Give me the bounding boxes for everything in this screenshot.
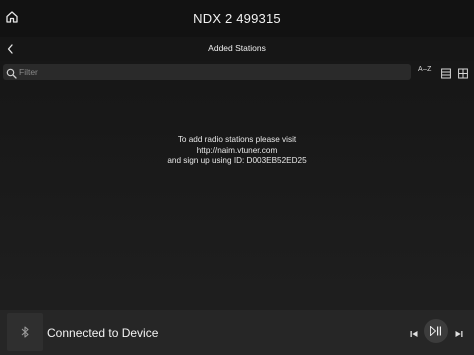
empty-state-message: To add radio stations please visit http:…: [0, 135, 474, 167]
sort-az-button[interactable]: A–Z: [418, 66, 432, 73]
filter-toolbar: A–Z: [0, 61, 474, 83]
skip-next-icon[interactable]: [454, 326, 464, 337]
skip-previous-icon[interactable]: [409, 326, 419, 337]
bluetooth-icon: [19, 325, 31, 339]
filter-input[interactable]: [19, 65, 399, 79]
top-header: NDX 2 499315: [0, 0, 474, 37]
message-line-1: To add radio stations please visit: [177, 135, 297, 144]
page-title: Added Stations: [208, 43, 266, 53]
grid-view-icon[interactable]: [458, 66, 468, 79]
device-title: NDX 2 499315: [193, 11, 281, 26]
vtuner-url: http://naim.vtuner.com: [196, 145, 278, 155]
filter-box[interactable]: [3, 64, 411, 80]
list-view-icon[interactable]: [441, 66, 451, 79]
play-pause-icon[interactable]: [424, 319, 448, 343]
app-root: NDX 2 499315 Added Stations A–Z: [0, 0, 474, 355]
source-artwork[interactable]: [7, 313, 43, 351]
page-header: Added Stations: [0, 37, 474, 61]
connection-status[interactable]: Connected to Device: [47, 326, 158, 340]
player-bar: Connected to Device: [0, 310, 474, 355]
search-icon: [6, 66, 17, 79]
message-line-3: and sign up using ID: D003EB52ED25: [167, 156, 307, 165]
